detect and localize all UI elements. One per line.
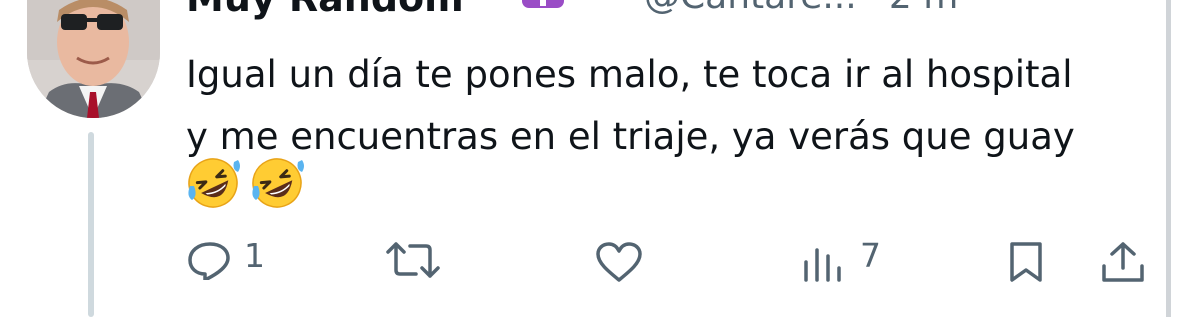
bookmark-icon [1010, 242, 1042, 282]
timestamp-value: 2 m [889, 0, 958, 17]
tweet-timestamp[interactable]: · 2 m [866, 0, 958, 17]
latin-cross-icon [522, 0, 564, 8]
tweet-text-line: y me encuentras en el triaje, ya verás q… [186, 115, 1075, 158]
author-handle[interactable]: @Cantare... [644, 0, 857, 17]
views-button[interactable]: 7 [802, 230, 892, 290]
rolling-on-floor-laughing-icon [250, 156, 304, 210]
reply-button[interactable]: 1 [186, 230, 276, 290]
timestamp-separator: · [866, 0, 877, 17]
rolling-on-floor-laughing-icon [186, 156, 240, 210]
share-button[interactable] [1100, 230, 1148, 290]
bookmark-button[interactable] [1006, 230, 1050, 290]
avatar-photo [27, 0, 160, 118]
like-icon [596, 242, 642, 282]
views-count: 7 [860, 236, 881, 275]
author-display-name[interactable]: Muy Random [186, 0, 464, 20]
reply-icon [188, 242, 230, 280]
retweet-button[interactable] [384, 230, 454, 290]
tweet-action-bar: 1 7 [0, 230, 1179, 290]
tweet-text-line: Igual un día te pones malo, te toca ir a… [186, 53, 1073, 96]
reply-count: 1 [244, 236, 265, 275]
tweet-text: Igual un día te pones malo, te toca ir a… [186, 44, 1156, 168]
author-avatar[interactable] [27, 0, 160, 118]
like-button[interactable] [594, 230, 654, 290]
views-icon [804, 248, 841, 282]
timeline-divider [1166, 0, 1171, 317]
share-icon [1102, 242, 1144, 282]
retweet-icon [386, 242, 440, 278]
